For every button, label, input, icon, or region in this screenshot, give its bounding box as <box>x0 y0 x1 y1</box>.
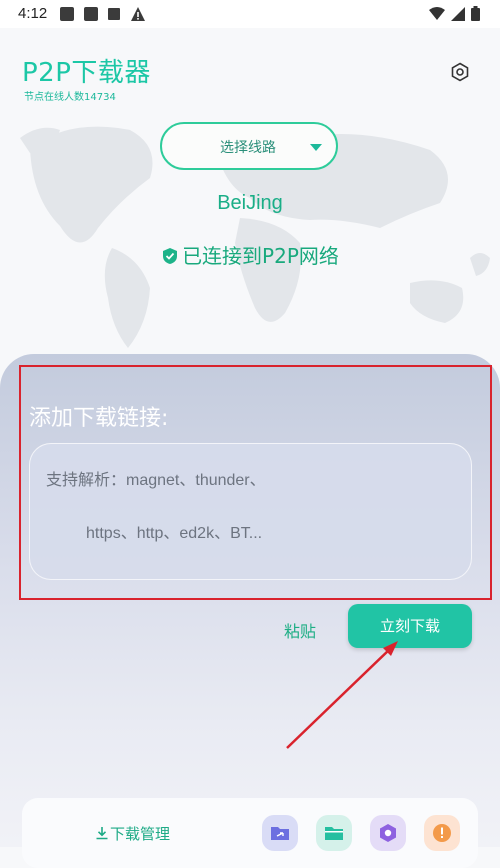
settings-icon[interactable] <box>450 62 470 82</box>
download-manager-button[interactable]: 下载管理 <box>95 823 170 844</box>
status-bar: 4:12 <box>0 0 500 28</box>
alert-icon <box>433 824 451 842</box>
route-select[interactable]: 选择线路 <box>160 122 338 170</box>
download-icon <box>96 827 108 840</box>
shield-check-icon <box>163 248 178 264</box>
node-count: 节点在线人数14734 <box>24 92 116 103</box>
hexagon-icon <box>380 824 396 842</box>
bottom-toolbar <box>22 798 478 868</box>
city-name: BeiJing <box>217 192 283 214</box>
caret-down-icon <box>310 144 322 151</box>
folder-button[interactable] <box>316 815 352 851</box>
signal-icon <box>451 6 465 21</box>
notification-icon <box>60 7 74 21</box>
alert-button[interactable] <box>424 815 460 851</box>
connection-status-text: 已连接到P2P网络 <box>182 244 339 268</box>
folder-share-button[interactable] <box>262 815 298 851</box>
folder-icon <box>325 827 343 840</box>
highlight-frame <box>19 365 492 600</box>
status-time: 4:12 <box>18 5 48 22</box>
app-title: P2P下载器 <box>22 58 151 88</box>
connection-status: 已连接到P2P网络 <box>0 240 500 269</box>
notification-icon <box>108 8 120 20</box>
folder-share-icon <box>271 827 289 840</box>
warning-icon <box>131 7 145 21</box>
download-manager-label: 下载管理 <box>110 825 171 843</box>
paste-button[interactable]: 粘贴 <box>284 618 316 642</box>
wifi-icon <box>429 6 445 20</box>
notification-icon <box>84 7 98 21</box>
route-select-label: 选择线路 <box>220 140 276 156</box>
battery-icon <box>471 6 480 21</box>
settings-tool-button[interactable] <box>370 815 406 851</box>
download-now-button[interactable]: 立刻下载 <box>348 604 472 648</box>
